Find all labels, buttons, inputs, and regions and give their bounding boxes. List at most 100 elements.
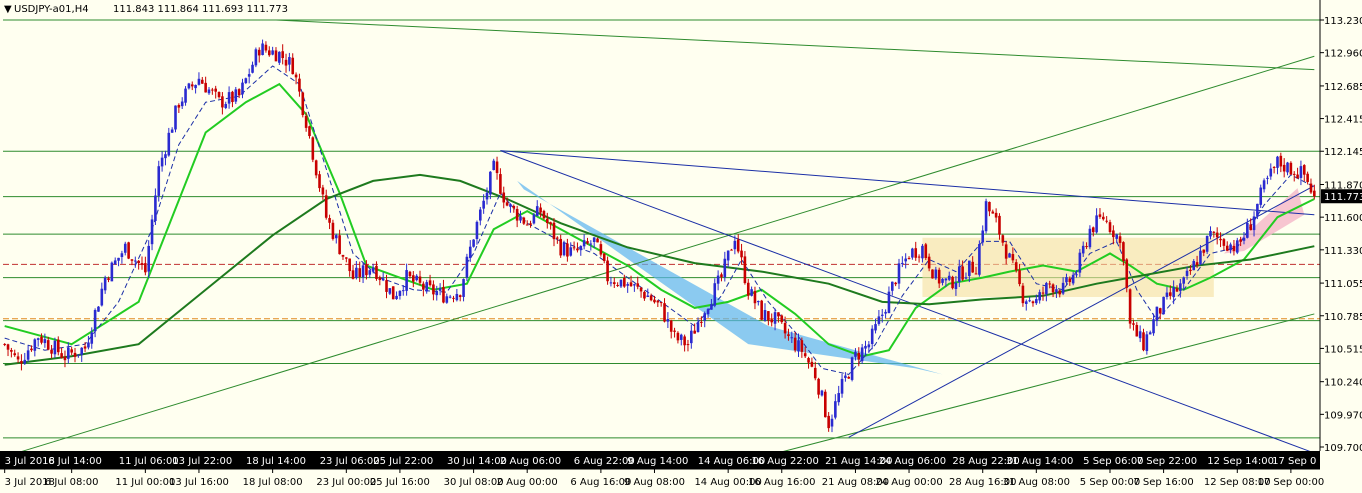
- candle-body: [455, 293, 459, 301]
- candle-body: [730, 249, 733, 251]
- price-tick-label: 111.055: [1324, 279, 1362, 290]
- candle-body: [412, 275, 415, 282]
- candle: [1162, 296, 1165, 315]
- candle-body: [1011, 254, 1015, 261]
- candle-body: [40, 336, 43, 343]
- candle-body: [921, 245, 924, 259]
- time-tick-label: 31 Aug 14:00: [1006, 456, 1073, 467]
- candle-body: [1172, 287, 1175, 298]
- candle-body: [659, 302, 663, 304]
- candle-body: [646, 295, 650, 297]
- candle-body: [924, 244, 928, 259]
- candle-body: [512, 205, 516, 209]
- dropdown-triangle-icon: ▼: [4, 4, 12, 15]
- candle-body: [482, 200, 485, 209]
- candle-body: [880, 314, 884, 316]
- candle-body: [60, 353, 63, 358]
- candle-body: [1262, 180, 1266, 190]
- candle: [1128, 288, 1132, 329]
- candle-body: [130, 259, 134, 261]
- candle: [1259, 184, 1263, 208]
- candle-body: [723, 258, 727, 278]
- candle-body: [572, 247, 576, 249]
- candle-body: [308, 126, 311, 137]
- candle-body: [1135, 324, 1139, 337]
- candle-body: [23, 359, 27, 364]
- candle-body: [20, 361, 23, 364]
- candle-body: [1102, 216, 1105, 220]
- time-tick-label: 18 Jul 14:00: [246, 456, 306, 467]
- time-tick-label: 24 Aug 06:00: [879, 456, 946, 467]
- candle-body: [562, 242, 566, 256]
- candle-body: [495, 161, 499, 174]
- time-tick-label-secondary: 2 Aug 00:00: [497, 477, 558, 488]
- time-tick-label-secondary: 30 Jul 08:00: [444, 477, 504, 488]
- candle-body: [703, 313, 707, 321]
- candle: [472, 239, 475, 248]
- candle-body: [187, 83, 191, 89]
- candle-body: [1145, 334, 1149, 352]
- candle-body: [257, 49, 261, 56]
- candle-body: [167, 132, 171, 156]
- candle-body: [860, 347, 864, 362]
- candle-body: [150, 219, 154, 245]
- candle: [174, 105, 177, 133]
- candle-body: [1085, 246, 1088, 248]
- candle-body: [787, 334, 790, 336]
- price-chart[interactable]: 113.230 112.960 112.685 112.415 112.145 111.8…: [0, 0, 1362, 493]
- candle-body: [763, 310, 767, 321]
- candle-body: [184, 88, 187, 103]
- candle-body: [700, 321, 703, 323]
- candle-body: [117, 257, 120, 261]
- candle-body: [586, 241, 589, 244]
- candle-body: [63, 356, 67, 361]
- candle-body: [234, 89, 238, 102]
- price-tick-label: 113.230: [1324, 16, 1362, 27]
- candle: [331, 219, 335, 241]
- candle-body: [941, 278, 944, 283]
- candle-body: [743, 256, 747, 284]
- candle-body: [164, 154, 167, 159]
- candle-body: [837, 393, 840, 403]
- candle-body: [870, 328, 874, 345]
- candle-body: [1108, 222, 1112, 233]
- candle-body: [468, 246, 472, 259]
- candle-body: [365, 264, 368, 276]
- candle-body: [1222, 239, 1226, 246]
- candle-body: [418, 276, 422, 283]
- candle-body: [1168, 292, 1172, 296]
- candle-body: [140, 263, 144, 265]
- candle-body: [606, 260, 609, 282]
- candle-body: [696, 322, 700, 333]
- candle-body: [957, 266, 961, 282]
- candle-body: [1202, 249, 1206, 253]
- candle-body: [978, 244, 981, 275]
- candle-body: [582, 240, 586, 247]
- candle-body: [998, 215, 1001, 235]
- candle-body: [1081, 245, 1085, 254]
- candle-body: [760, 300, 763, 320]
- time-tick-label-secondary: 23 Jul 00:00: [316, 477, 376, 488]
- candle-body: [30, 348, 33, 351]
- candle-body: [1138, 331, 1142, 339]
- candle-body: [827, 415, 830, 429]
- candle-body: [1098, 214, 1102, 217]
- candle-body: [663, 303, 666, 322]
- candle: [532, 212, 536, 225]
- candle: [1205, 235, 1209, 254]
- candle-body: [797, 340, 800, 352]
- candle-body: [931, 269, 934, 279]
- time-tick-label: 5 Sep 06:00: [1083, 456, 1143, 467]
- candle-body: [348, 258, 351, 272]
- candle-body: [1276, 156, 1279, 168]
- candle-body: [1018, 270, 1021, 285]
- candle-body: [1229, 244, 1232, 251]
- price-tick-label: 111.330: [1324, 246, 1362, 257]
- candle-body: [569, 247, 573, 256]
- candle-body: [46, 340, 50, 350]
- symbol-label: USDJPY-a01,H4: [14, 4, 89, 15]
- candle-body: [472, 239, 475, 247]
- candle: [1008, 252, 1011, 258]
- candle-body: [50, 349, 53, 354]
- candle-body: [1041, 292, 1045, 294]
